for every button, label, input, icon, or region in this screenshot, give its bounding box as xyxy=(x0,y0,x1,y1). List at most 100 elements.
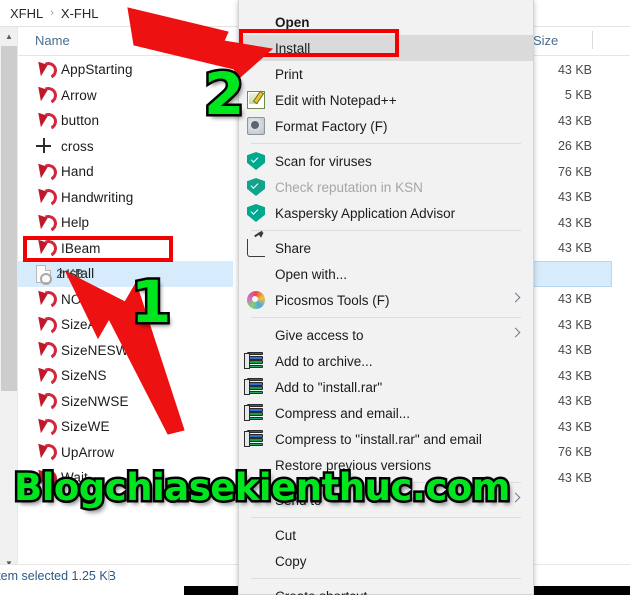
menu-item[interactable]: Scan for viruses xyxy=(239,148,533,174)
menu-item[interactable]: Restore previous versions xyxy=(239,452,533,478)
menu-item[interactable]: Format Factory (F) xyxy=(239,113,533,139)
file-size: 76 KB xyxy=(557,164,592,179)
file-name: Handwriting xyxy=(61,189,134,205)
menu-item[interactable]: Create shortcut xyxy=(239,583,533,595)
menu-item-label: Create shortcut xyxy=(275,589,367,595)
menu-item[interactable]: Compress and email... xyxy=(239,400,533,426)
menu-item-label: Kaspersky Application Advisor xyxy=(275,205,456,221)
column-divider[interactable] xyxy=(592,31,593,49)
menu-item-label: Edit with Notepad++ xyxy=(275,92,397,108)
submenu-chevron-right-icon xyxy=(510,327,521,338)
file-name: NO xyxy=(61,291,82,307)
file-size: 43 KB xyxy=(557,343,592,358)
window-bottom-edge-light xyxy=(0,586,184,595)
menu-item[interactable]: Edit with Notepad++ xyxy=(239,87,533,113)
file-size: 43 KB xyxy=(557,394,592,409)
context-menu-items: Open Install Print Edit with Notepad++ Forma… xyxy=(239,9,533,595)
menu-item[interactable]: Cut xyxy=(239,522,533,548)
menu-item-label: Send to xyxy=(275,492,322,508)
column-header-size[interactable]: Size xyxy=(533,33,558,48)
file-size: 26 KB xyxy=(557,139,592,154)
menu-item-label: Compress and email... xyxy=(275,405,411,421)
menu-item-label: Print xyxy=(275,66,303,82)
cursor-icon xyxy=(35,443,53,461)
winrar-icon xyxy=(244,430,265,448)
file-size: 43 KB xyxy=(557,317,592,332)
cursor-icon xyxy=(35,367,53,385)
menu-item[interactable]: Add to "install.rar" xyxy=(239,374,533,400)
file-size: 2 KB xyxy=(56,266,84,281)
menu-item[interactable]: Kaspersky Application Advisor xyxy=(239,200,533,226)
menu-separator xyxy=(251,230,521,231)
file-name: SizeWE xyxy=(61,419,110,435)
chevron-right-icon: › xyxy=(50,7,54,19)
breadcrumb-item-current[interactable]: X-FHL xyxy=(61,6,99,21)
menu-top-padding xyxy=(239,0,533,9)
menu-separator xyxy=(251,317,521,318)
menu-item[interactable]: Copy xyxy=(239,548,533,574)
submenu-chevron-right-icon xyxy=(510,292,521,303)
column-header-name[interactable]: Name xyxy=(35,33,70,48)
file-size: 43 KB xyxy=(557,368,592,383)
menu-item[interactable]: Open with... xyxy=(239,261,533,287)
menu-item-label: Scan for viruses xyxy=(275,153,372,169)
menu-item[interactable]: Add to archive... xyxy=(239,348,533,374)
kaspersky-shield-icon xyxy=(247,152,265,170)
cursor-icon xyxy=(35,163,53,181)
menu-item-label: Open xyxy=(275,14,310,30)
context-menu: Open Install Print Edit with Notepad++ Forma… xyxy=(238,0,534,595)
file-size: 43 KB xyxy=(557,113,592,128)
breadcrumb-item-root[interactable]: XFHL xyxy=(10,6,43,21)
menu-item[interactable]: Give access to xyxy=(239,322,533,348)
menu-item-label: Restore previous versions xyxy=(275,457,432,473)
menu-item-label: Cut xyxy=(275,527,297,543)
cursor-icon xyxy=(35,214,53,232)
share-icon xyxy=(247,239,265,257)
setup-information-file-icon xyxy=(36,264,52,285)
winrar-icon xyxy=(244,352,265,370)
scroll-up-icon[interactable]: ▲ xyxy=(0,27,18,45)
menu-item[interactable]: Send to xyxy=(239,487,533,513)
winrar-icon xyxy=(244,404,265,422)
cursor-icon xyxy=(35,469,53,487)
menu-item[interactable]: Compress to "install.rar" and email xyxy=(239,426,533,452)
file-name: SizeNESW xyxy=(61,342,129,358)
scrollbar-thumb[interactable] xyxy=(1,46,17,391)
file-name: SizeAll xyxy=(61,317,103,333)
file-name: Hand xyxy=(61,164,94,180)
install-highlight-box xyxy=(239,29,399,57)
cursor-icon xyxy=(35,316,53,334)
file-size: 5 KB xyxy=(564,88,592,103)
menu-item-label: Format Factory (F) xyxy=(275,118,388,134)
cursor-icon xyxy=(35,290,53,308)
cursor-icon xyxy=(35,112,53,130)
menu-separator xyxy=(251,578,521,579)
menu-item-label: Give access to xyxy=(275,327,364,343)
file-size: 76 KB xyxy=(557,445,592,460)
file-size: 43 KB xyxy=(557,470,592,485)
menu-item-label: Share xyxy=(275,240,312,256)
file-name: SizeNS xyxy=(61,368,107,384)
menu-item[interactable]: Share xyxy=(239,235,533,261)
menu-item-label: Copy xyxy=(275,553,307,569)
status-divider xyxy=(109,569,110,583)
menu-item-label: Picosmos Tools (F) xyxy=(275,292,390,308)
file-name: Arrow xyxy=(61,87,97,103)
file-size: 43 KB xyxy=(557,419,592,434)
file-name: cross xyxy=(61,138,94,154)
file-name: Help xyxy=(61,215,90,231)
menu-item: Check reputation in KSN xyxy=(239,174,533,200)
menu-separator xyxy=(251,143,521,144)
winrar-icon xyxy=(244,378,265,396)
file-size: 43 KB xyxy=(557,292,592,307)
menu-item-label: Compress to "install.rar" and email xyxy=(275,431,482,447)
cursor-icon xyxy=(35,61,53,79)
vertical-scrollbar[interactable]: ▲ ▼ xyxy=(0,27,18,572)
format-factory-icon xyxy=(247,117,265,135)
menu-separator xyxy=(251,517,521,518)
status-text: 1 item selected 1.25 KB xyxy=(0,568,117,583)
menu-item[interactable]: Print xyxy=(239,61,533,87)
menu-item[interactable]: Picosmos Tools (F) xyxy=(239,287,533,313)
file-size: 43 KB xyxy=(557,62,592,77)
submenu-chevron-right-icon xyxy=(510,492,521,503)
